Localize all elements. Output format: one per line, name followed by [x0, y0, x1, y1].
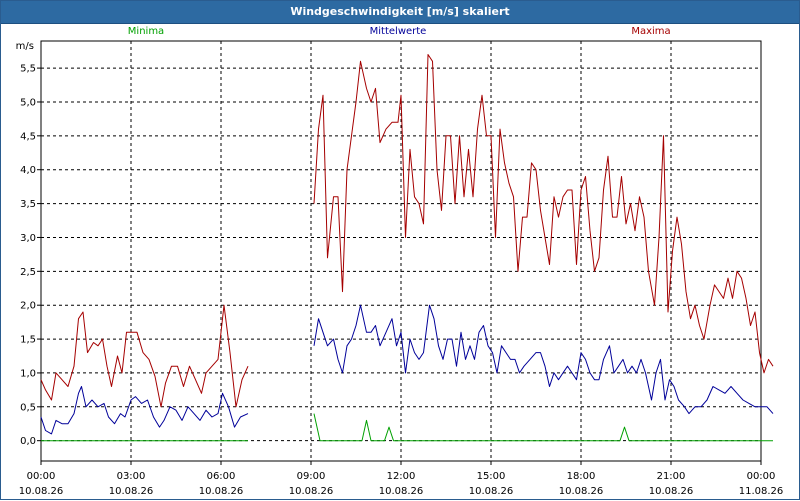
x-tick-time-label: 06:00: [207, 471, 236, 482]
x-tick-date-label: 10.08.26: [19, 486, 64, 497]
y-tick-label: 3,5: [20, 199, 36, 210]
x-tick-date-label: 11.08.26: [739, 486, 784, 497]
y-tick-label: 0,5: [20, 402, 36, 413]
y-axis-unit-label: m/s: [16, 41, 34, 52]
x-tick-date-label: 10.08.26: [379, 486, 424, 497]
y-tick-label: 5,0: [20, 97, 36, 108]
x-tick-time-label: 00:00: [747, 471, 776, 482]
x-tick-date-label: 10.08.26: [469, 486, 514, 497]
x-tick-time-label: 21:00: [657, 471, 686, 482]
wind-speed-chart: 0,0 0,5 1,0 1,5 2,0 2,5 3,0 3,5 4,0 4,5 5,0 5,5 00:0…: [16, 26, 784, 497]
y-tick-label: 5,5: [20, 64, 36, 75]
x-tick-date-label: 10.08.26: [559, 486, 604, 497]
y-tick-label: 3,0: [20, 233, 36, 244]
y-tick-label: 0,0: [20, 436, 36, 447]
x-tick-time-label: 03:00: [117, 471, 146, 482]
y-tick-label: 2,0: [20, 301, 36, 312]
y-tick-label: 4,5: [20, 131, 36, 142]
x-tick-time-label: 09:00: [297, 471, 326, 482]
y-tick-label: 1,5: [20, 335, 36, 346]
x-tick-time-label: 12:00: [387, 471, 416, 482]
x-tick-time-label: 00:00: [27, 471, 56, 482]
y-tick-label: 4,0: [20, 165, 36, 176]
x-tick-date-label: 10.08.26: [199, 486, 244, 497]
x-tick-time-label: 18:00: [567, 471, 596, 482]
y-tick-label: 1,0: [20, 368, 36, 379]
legend-maxima: Maxima: [631, 26, 670, 37]
legend-minima: Minima: [128, 26, 164, 37]
y-tick-label: 2,5: [20, 267, 36, 278]
x-tick-date-label: 10.08.26: [109, 486, 154, 497]
x-tick-date-label: 10.08.26: [649, 486, 694, 497]
x-tick-time-label: 15:00: [477, 471, 506, 482]
chart-window: Windgeschwindigkeit [m/s] skaliert 0,0 0,…: [0, 0, 800, 500]
x-tick-date-label: 10.08.26: [289, 486, 334, 497]
legend-mittelwerte: Mittelwerte: [370, 26, 427, 37]
